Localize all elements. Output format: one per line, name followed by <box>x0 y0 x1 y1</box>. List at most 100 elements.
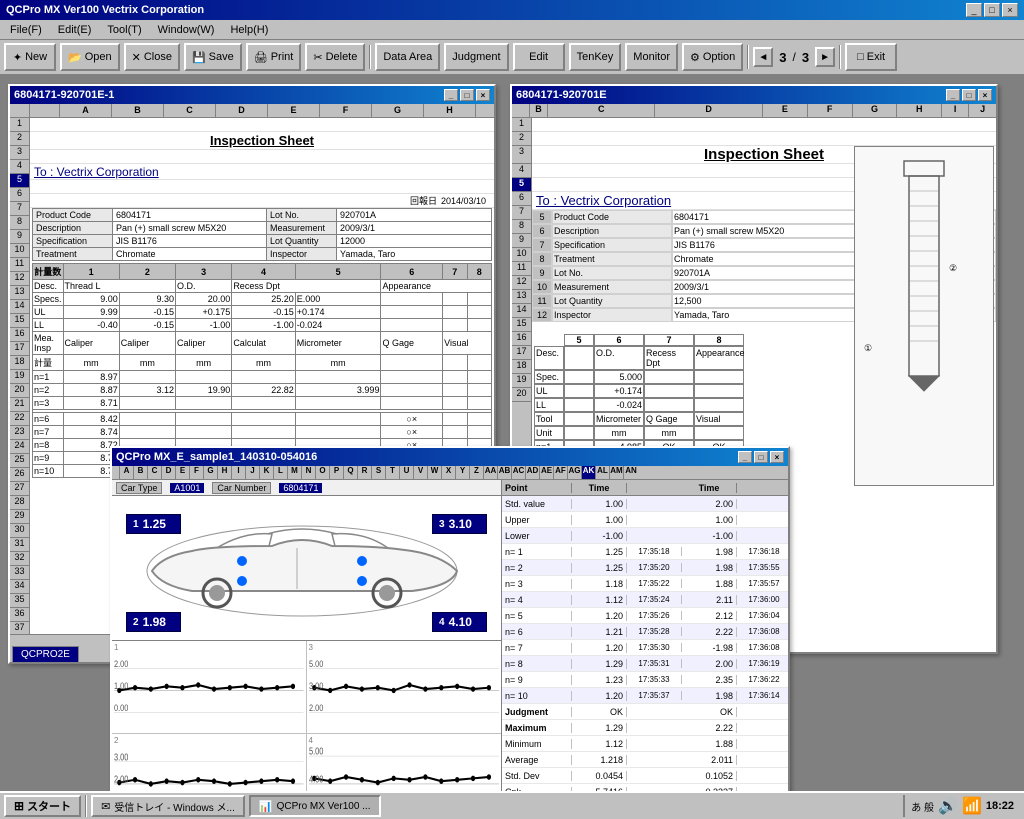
svg-text:2.00: 2.00 <box>309 702 324 713</box>
judgment-button[interactable]: Judgment <box>444 43 508 71</box>
left-lot-qty: 12000 <box>337 235 491 248</box>
print-button[interactable]: 🖨 Print <box>246 43 302 71</box>
close-icon: ✕ <box>132 51 141 64</box>
car-diagram: 1 1.25 3 3.10 2 1.98 4 4.10 <box>112 496 501 641</box>
toolbar: ✦ New 📂 Open ✕ Close 💾 Save 🖨 Print ✂ De… <box>0 40 1024 76</box>
exit-button[interactable]: □ Exit <box>845 43 897 71</box>
left-treatment: Chromate <box>113 248 267 260</box>
menu-edit[interactable]: Edit(E) <box>52 23 98 37</box>
chart-3: 3 <box>307 641 502 734</box>
new-icon: ✦ <box>13 51 22 64</box>
next-page-button[interactable]: ► <box>815 47 835 67</box>
option-icon: ⚙ <box>690 51 700 64</box>
menu-bar: File(F) Edit(E) Tool(T) Window(W) Help(H… <box>0 20 1024 40</box>
left-spec: JIS B1176 <box>113 235 267 248</box>
svg-text:①: ① <box>864 343 872 353</box>
bottom-window-title: QCPro MX_E_sample1_140310-054016 <box>116 451 317 463</box>
measurement-4: 4.10 <box>449 615 472 629</box>
right-minimize[interactable]: _ <box>946 89 960 101</box>
left-date-value: 2014/03/10 <box>441 196 494 206</box>
bottom-minimize[interactable]: _ <box>738 451 752 463</box>
menu-window[interactable]: Window(W) <box>152 23 221 37</box>
minimize-btn[interactable]: _ <box>966 3 982 17</box>
taskbar-item-mail[interactable]: ✉ 受信トレイ - Windows メ... <box>91 795 245 817</box>
left-sheet-title: Inspection Sheet <box>30 132 494 150</box>
speaker-icon: 🔊 <box>938 796 958 816</box>
bottom-close[interactable]: × <box>770 451 784 463</box>
qcpro-icon: 📊 <box>259 800 273 813</box>
svg-text:3.00: 3.00 <box>114 751 129 762</box>
ime-indicator: あ 般 <box>911 799 934 814</box>
start-button[interactable]: ⊞ スタート <box>4 795 81 817</box>
left-window-title: 6804171-920701E-1 <box>14 89 114 101</box>
edit-button[interactable]: Edit <box>513 43 565 71</box>
left-window-titlebar: 6804171-920701E-1 _ □ × <box>10 86 494 104</box>
page-navigation: ◄ 3 / 3 ► <box>753 47 835 67</box>
save-button[interactable]: 💾 Save <box>184 43 242 71</box>
prev-page-button[interactable]: ◄ <box>753 47 773 67</box>
left-maximize[interactable]: □ <box>460 89 474 101</box>
car-number-value: 6804171 <box>279 483 322 493</box>
close-button[interactable]: ✕ Close <box>124 43 180 71</box>
close-btn[interactable]: × <box>1002 3 1018 17</box>
car-number-label: Car Number <box>212 482 271 494</box>
left-date-label: 回報日 <box>410 194 441 207</box>
page-separator: / <box>793 50 796 64</box>
measurement-2: 1.98 <box>143 615 166 629</box>
toolbar-sep-2 <box>747 45 749 69</box>
new-button[interactable]: ✦ New <box>4 43 56 71</box>
bottom-maximize[interactable]: □ <box>754 451 768 463</box>
svg-text:5.00: 5.00 <box>309 745 324 756</box>
left-close[interactable]: × <box>476 89 490 101</box>
taskbar-item-qcpro[interactable]: 📊 QCPro MX Ver100 ... <box>249 795 381 817</box>
option-button[interactable]: ⚙ Option <box>682 43 743 71</box>
total-pages: 3 <box>798 50 813 65</box>
menu-help[interactable]: Help(H) <box>224 23 274 37</box>
window-controls: _ □ × <box>966 3 1018 17</box>
save-icon: 💾 <box>192 51 206 64</box>
right-window-titlebar: 6804171-920701E _ □ × <box>512 86 996 104</box>
right-maximize[interactable]: □ <box>962 89 976 101</box>
menu-tool[interactable]: Tool(T) <box>101 23 147 37</box>
car-type-value: A1001 <box>170 483 204 493</box>
print-icon: 🖨 <box>254 51 268 64</box>
current-page: 3 <box>775 50 790 65</box>
left-sheet-to: To : Vectrix Corporation <box>30 164 494 180</box>
measurement-1: 1.25 <box>143 517 166 531</box>
bottom-window-titlebar: QCPro MX_E_sample1_140310-054016 _ □ × <box>112 448 788 466</box>
svg-text:0.00: 0.00 <box>114 702 129 713</box>
taskbar: ⊞ スタート ✉ 受信トレイ - Windows メ... 📊 QCPro MX… <box>0 791 1024 819</box>
menu-file[interactable]: File(F) <box>4 23 48 37</box>
bottom-window: QCPro MX_E_sample1_140310-054016 _ □ × A… <box>110 446 790 791</box>
svg-text:2.00: 2.00 <box>114 773 129 784</box>
svg-text:4.00: 4.00 <box>309 773 324 784</box>
app-title: QCPro MX Ver100 Vectrix Corporation <box>6 4 204 16</box>
tenkey-button[interactable]: TenKey <box>569 43 622 71</box>
chart-2: 2 <box>112 734 307 792</box>
delete-icon: ✂ <box>313 51 322 64</box>
chart-4: 4 <box>307 734 502 792</box>
delete-button[interactable]: ✂ Delete <box>305 43 365 71</box>
svg-text:3.00: 3.00 <box>309 680 324 691</box>
open-button[interactable]: 📂 Open <box>60 43 120 71</box>
svg-text:②: ② <box>949 263 957 273</box>
right-window-title: 6804171-920701E <box>516 89 607 101</box>
clock: 18:22 <box>986 800 1014 812</box>
left-description: Pan (+) small screw M5X20 <box>113 222 267 235</box>
data-area-button[interactable]: Data Area <box>375 43 440 71</box>
svg-text:5.00: 5.00 <box>309 658 324 669</box>
svg-text:1.00: 1.00 <box>114 680 129 691</box>
left-minimize[interactable]: _ <box>444 89 458 101</box>
right-close[interactable]: × <box>978 89 992 101</box>
title-bar: QCPro MX Ver100 Vectrix Corporation _ □ … <box>0 0 1024 20</box>
network-icon: 📶 <box>962 796 982 816</box>
left-lot-no: 920701A <box>337 209 491 222</box>
toolbar-sep-1 <box>369 45 371 69</box>
mail-icon: ✉ <box>101 800 110 813</box>
start-icon: ⊞ <box>14 799 24 813</box>
monitor-button[interactable]: Monitor <box>625 43 678 71</box>
left-sheet-tab[interactable]: QCPRO2E <box>12 646 79 662</box>
open-icon: 📂 <box>68 51 82 64</box>
car-type-label: Car Type <box>116 482 162 494</box>
maximize-btn[interactable]: □ <box>984 3 1000 17</box>
